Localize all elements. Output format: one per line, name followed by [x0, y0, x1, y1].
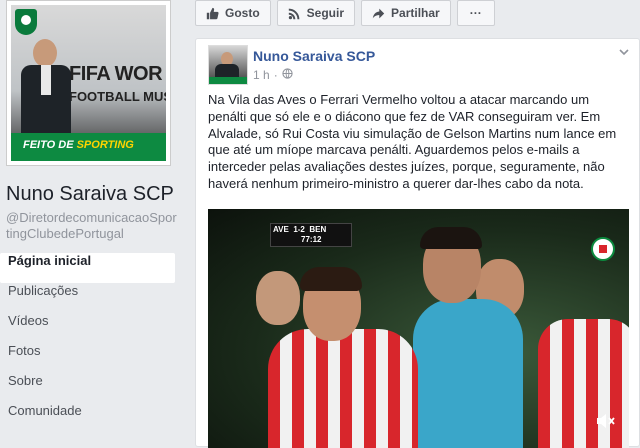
- away-team: BEN: [309, 225, 327, 234]
- nav-item-posts[interactable]: Publicações: [0, 283, 175, 313]
- post-body-text: Na Vila das Aves o Ferrari Vermelho volt…: [208, 92, 617, 191]
- tv-scoreboard: AVE 1-2 BEN 77:12: [270, 223, 352, 247]
- more-options-button[interactable]: ···: [456, 0, 495, 26]
- post-options-chevron-icon[interactable]: [617, 45, 633, 61]
- share-button[interactable]: Partilhar: [361, 0, 451, 26]
- sporting-crest-logo: [15, 9, 37, 35]
- volume-muted-icon[interactable]: [596, 413, 618, 431]
- follow-button[interactable]: Seguir: [276, 0, 356, 26]
- match-clock: 77:12: [301, 235, 322, 244]
- nav-item-community[interactable]: Comunidade: [0, 403, 175, 433]
- player-figure: [268, 329, 418, 448]
- like-button[interactable]: Gosto: [195, 0, 271, 26]
- nav-item-photos[interactable]: Fotos: [0, 343, 175, 373]
- left-sidebar: FIFA WOR FOOTBALL MUS FEITO DE SPORTING …: [0, 0, 182, 447]
- share-label: Partilhar: [391, 6, 440, 20]
- video-player[interactable]: AVE 1-2 BEN 77:12: [208, 209, 629, 448]
- meta-separator: ·: [273, 68, 278, 82]
- thumbs-up-icon: [206, 7, 219, 20]
- broadcaster-logo-icon: [591, 237, 615, 261]
- page-name[interactable]: Nuno Saraiva SCP: [6, 183, 174, 206]
- home-team: AVE: [273, 225, 289, 234]
- nav-item-home[interactable]: Página inicial: [0, 253, 175, 283]
- author-avatar[interactable]: [208, 45, 248, 85]
- page-handle[interactable]: @DiretordecomunicacaoSportingClubedePort…: [6, 210, 178, 242]
- globe-icon: [282, 68, 293, 82]
- nav-item-videos[interactable]: Vídeos: [0, 313, 175, 343]
- match-score: 1-2: [293, 225, 305, 234]
- rss-icon: [288, 7, 301, 20]
- photo-wall-text-2: FOOTBALL MUS: [69, 89, 166, 104]
- follow-label: Seguir: [306, 6, 345, 20]
- like-label: Gosto: [225, 6, 260, 20]
- page-action-bar: Gosto Seguir Partilhar ···: [195, 0, 501, 26]
- post-meta: 1 h ·: [253, 68, 293, 82]
- post-timestamp[interactable]: 1 h: [253, 68, 270, 82]
- profile-picture[interactable]: FIFA WOR FOOTBALL MUS FEITO DE SPORTING: [6, 0, 171, 166]
- post-card: Nuno Saraiva SCP 1 h · Na Vila das Aves …: [195, 38, 640, 448]
- share-arrow-icon: [372, 7, 385, 20]
- photo-wall-text-1: FIFA WOR: [69, 63, 163, 85]
- page-nav: Página inicial Publicações Vídeos Fotos …: [0, 253, 175, 433]
- referee-figure: [413, 299, 523, 448]
- banner-text: FEITO DE SPORTING: [23, 139, 134, 151]
- nav-item-about[interactable]: Sobre: [0, 373, 175, 403]
- post-author-name[interactable]: Nuno Saraiva SCP: [253, 48, 375, 64]
- profile-photo: FIFA WOR FOOTBALL MUS FEITO DE SPORTING: [11, 5, 166, 161]
